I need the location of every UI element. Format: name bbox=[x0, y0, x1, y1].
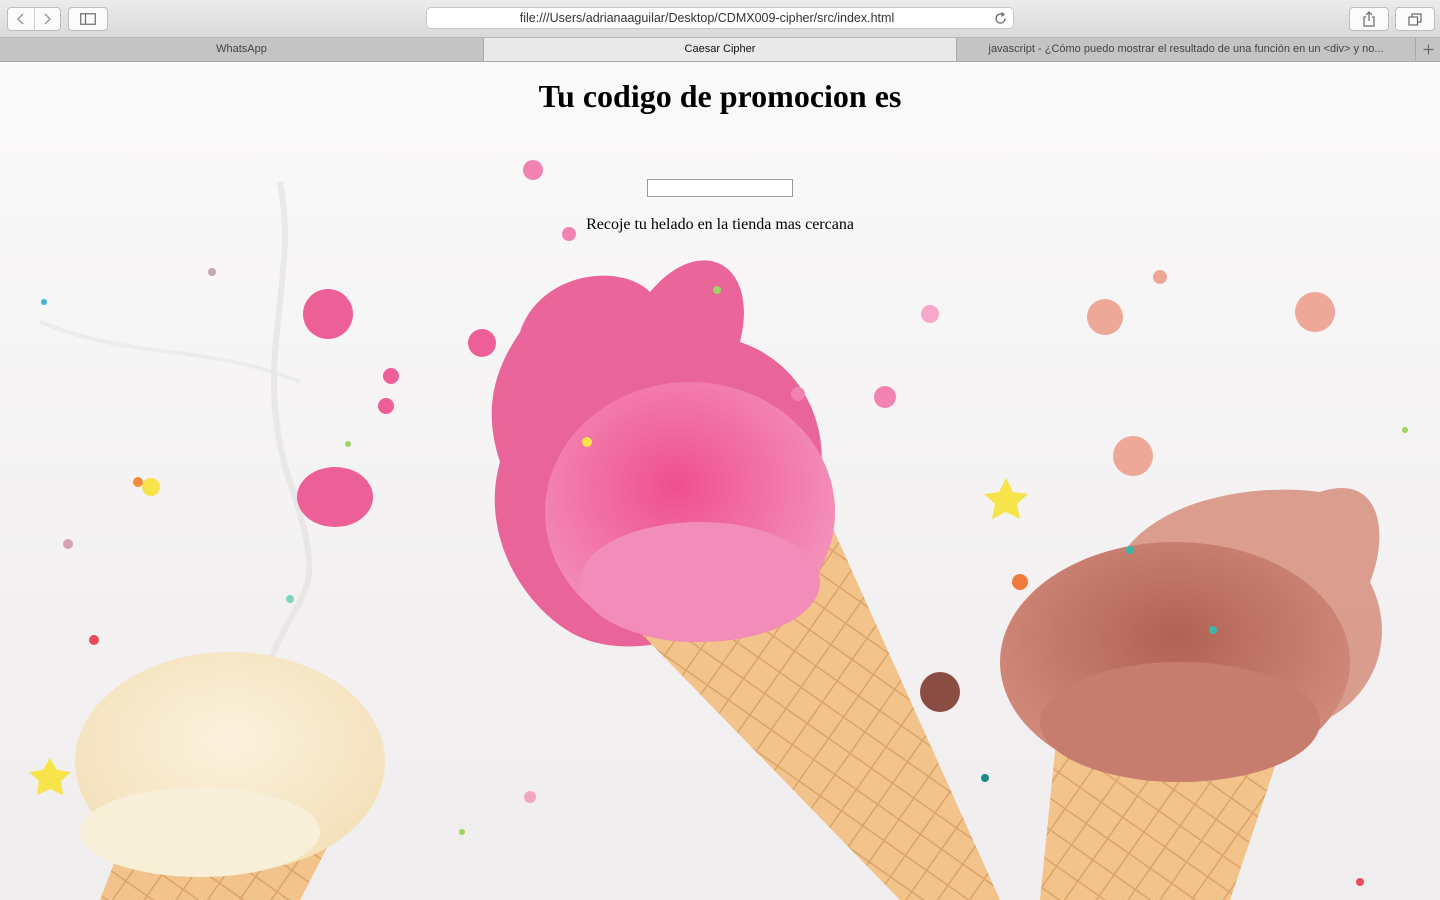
tabs-overview-button[interactable] bbox=[1395, 7, 1435, 31]
sidebar-button[interactable] bbox=[68, 7, 108, 31]
promo-code-output[interactable] bbox=[647, 179, 793, 197]
sidebar-icon bbox=[80, 13, 96, 25]
tab-caesar-cipher[interactable]: Caesar Cipher bbox=[484, 38, 957, 61]
forward-button[interactable] bbox=[33, 8, 61, 30]
pickup-message: Recoje tu helado en la tienda mas cercan… bbox=[586, 216, 854, 233]
back-icon bbox=[16, 13, 24, 25]
url-text[interactable]: file:///Users/adrianaaguilar/Desktop/CDM… bbox=[427, 8, 987, 29]
address-bar[interactable]: file:///Users/adrianaaguilar/Desktop/CDM… bbox=[426, 7, 1014, 29]
tab-bar: WhatsApp Caesar Cipher javascript - ¿Cóm… bbox=[0, 38, 1440, 62]
share-icon bbox=[1363, 11, 1375, 27]
history-buttons bbox=[7, 7, 61, 31]
tab-stackoverflow[interactable]: javascript - ¿Cómo puedo mostrar el resu… bbox=[957, 38, 1416, 61]
new-tab-icon bbox=[1423, 44, 1433, 55]
tab-whatsapp[interactable]: WhatsApp bbox=[0, 38, 484, 61]
reload-icon[interactable] bbox=[993, 11, 1008, 26]
page-heading: Tu codigo de promocion es bbox=[538, 78, 902, 114]
page-viewport: Tu codigo de promocion es Recoje tu hela… bbox=[0, 62, 1440, 900]
tabs-overview-icon bbox=[1408, 12, 1422, 26]
browser-toolbar: file:///Users/adrianaaguilar/Desktop/CDM… bbox=[0, 0, 1440, 38]
back-button[interactable] bbox=[8, 8, 34, 30]
forward-icon bbox=[44, 13, 52, 25]
share-button[interactable] bbox=[1349, 7, 1389, 31]
new-tab-button[interactable] bbox=[1416, 38, 1440, 61]
